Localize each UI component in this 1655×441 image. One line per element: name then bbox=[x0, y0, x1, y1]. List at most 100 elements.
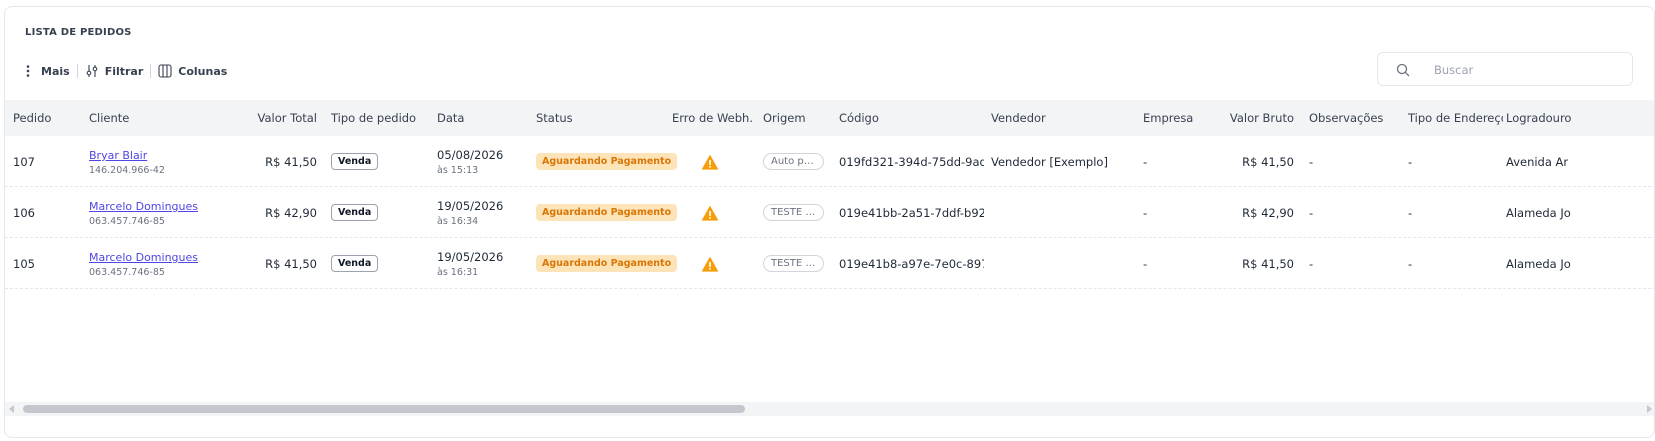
column-header-data[interactable]: Data bbox=[437, 100, 497, 136]
filter-button[interactable]: Filtrar bbox=[85, 64, 144, 78]
order-type-cell: Venda bbox=[331, 204, 379, 221]
scroll-left-icon[interactable] bbox=[9, 405, 14, 413]
origin-cell: Auto pe... bbox=[763, 153, 824, 173]
column-header-codigo[interactable]: Código bbox=[839, 100, 939, 136]
address-type: - bbox=[1408, 206, 1413, 220]
filter-label: Filtrar bbox=[104, 64, 144, 78]
column-header-empresa[interactable]: Empresa bbox=[1143, 100, 1223, 136]
search-input[interactable] bbox=[1434, 61, 1624, 79]
webhook-error-cell bbox=[702, 155, 718, 170]
order-number: 107 bbox=[13, 155, 35, 169]
order-code: 019fd321-394d-75dd-9ad... bbox=[839, 155, 984, 169]
observations: - bbox=[1309, 257, 1314, 271]
status-cell: Aguardando Pagamento bbox=[536, 204, 678, 221]
order-code: 019e41b8-a97e-7e0c-897... bbox=[839, 257, 984, 271]
origin-cell: TESTE S... bbox=[763, 255, 824, 275]
column-header-valor-total[interactable]: Valor Total bbox=[240, 100, 318, 136]
column-header-vendedor[interactable]: Vendedor bbox=[991, 100, 1091, 136]
gross-value: R$ 42,90 bbox=[1242, 206, 1294, 220]
customer-link[interactable]: Marcelo Domingues bbox=[89, 251, 198, 264]
column-header-cliente[interactable]: Cliente bbox=[89, 100, 209, 136]
warning-icon[interactable] bbox=[702, 206, 718, 221]
column-header-logradouro[interactable]: Logradouro bbox=[1506, 100, 1654, 136]
order-time: às 16:31 bbox=[437, 267, 479, 278]
more-label: Mais bbox=[41, 64, 70, 78]
orders-panel: LISTA DE PEDIDOS Mais Filtrar Colunas Pe… bbox=[4, 6, 1655, 438]
order-number: 106 bbox=[13, 206, 35, 220]
address-type: - bbox=[1408, 155, 1413, 169]
column-header-observacoes[interactable]: Observações bbox=[1309, 100, 1399, 136]
column-header-tipo-endereco[interactable]: Tipo de Endereço bbox=[1408, 100, 1503, 136]
more-button[interactable]: Mais bbox=[21, 64, 70, 78]
order-time: às 16:34 bbox=[437, 216, 479, 227]
origin-chip: TESTE S... bbox=[763, 255, 824, 272]
columns-icon bbox=[158, 64, 172, 78]
order-date: 19/05/2026 bbox=[437, 250, 504, 264]
column-header-erro-webhook[interactable]: Erro de Webh... bbox=[672, 100, 754, 136]
column-header-tipo-pedido[interactable]: Tipo de pedido bbox=[331, 100, 426, 136]
street: Alameda Jo bbox=[1506, 206, 1571, 220]
customer-cell: Bryar Blair 146.204.966-42 bbox=[89, 148, 165, 176]
gross-value: R$ 41,50 bbox=[1242, 155, 1294, 169]
customer-link[interactable]: Bryar Blair bbox=[89, 149, 147, 162]
order-type-tag: Venda bbox=[331, 204, 379, 221]
total-value: R$ 41,50 bbox=[265, 155, 317, 169]
company: - bbox=[1143, 206, 1148, 220]
toolbar-divider bbox=[150, 64, 152, 78]
table-row[interactable]: 105 Marcelo Domingues 063.457.746-85 R$ … bbox=[5, 238, 1654, 289]
scroll-right-icon[interactable] bbox=[1647, 405, 1652, 413]
webhook-error-cell bbox=[702, 257, 718, 272]
customer-cell: Marcelo Domingues 063.457.746-85 bbox=[89, 199, 198, 227]
status-badge: Aguardando Pagamento bbox=[536, 255, 678, 272]
scrollbar-thumb[interactable] bbox=[23, 405, 745, 413]
company: - bbox=[1143, 155, 1148, 169]
status-cell: Aguardando Pagamento bbox=[536, 153, 678, 170]
filter-sliders-icon bbox=[86, 65, 98, 77]
column-header-pedido[interactable]: Pedido bbox=[13, 100, 73, 136]
columns-label: Colunas bbox=[178, 64, 228, 78]
toolbar-divider bbox=[76, 64, 78, 78]
order-code: 019e41bb-2a51-7ddf-b92... bbox=[839, 206, 984, 220]
order-type-tag: Venda bbox=[331, 255, 379, 272]
date-cell: 19/05/2026 às 16:34 bbox=[437, 199, 503, 227]
seller: Vendedor [Exemplo] bbox=[991, 155, 1108, 169]
street: Alameda Jo bbox=[1506, 257, 1571, 271]
table-header: Pedido Cliente Valor Total Tipo de pedid… bbox=[5, 100, 1654, 136]
customer-document: 146.204.966-42 bbox=[89, 165, 165, 176]
columns-button[interactable]: Colunas bbox=[158, 64, 227, 78]
address-type: - bbox=[1408, 257, 1413, 271]
customer-document: 063.457.746-85 bbox=[89, 267, 165, 278]
total-value: R$ 42,90 bbox=[265, 206, 317, 220]
column-header-origem[interactable]: Origem bbox=[763, 100, 823, 136]
search-icon bbox=[1396, 63, 1410, 77]
column-header-status[interactable]: Status bbox=[536, 100, 636, 136]
column-header-valor-bruto[interactable]: Valor Bruto bbox=[1215, 100, 1294, 136]
warning-icon[interactable] bbox=[702, 257, 718, 272]
page-title: LISTA DE PEDIDOS bbox=[25, 27, 132, 38]
customer-cell: Marcelo Domingues 063.457.746-85 bbox=[89, 250, 198, 278]
origin-chip: TESTE S... bbox=[763, 204, 824, 221]
date-cell: 19/05/2026 às 16:31 bbox=[437, 250, 503, 278]
table-row[interactable]: 106 Marcelo Domingues 063.457.746-85 R$ … bbox=[5, 187, 1654, 238]
customer-document: 063.457.746-85 bbox=[89, 216, 165, 227]
observations: - bbox=[1309, 155, 1314, 169]
horizontal-scrollbar[interactable] bbox=[5, 402, 1654, 416]
table-row[interactable]: 107 Bryar Blair 146.204.966-42 R$ 41,50 … bbox=[5, 136, 1654, 187]
origin-cell: TESTE S... bbox=[763, 204, 824, 224]
order-date: 19/05/2026 bbox=[437, 199, 504, 213]
origin-chip: Auto pe... bbox=[763, 153, 824, 170]
status-cell: Aguardando Pagamento bbox=[536, 255, 678, 272]
gross-value: R$ 41,50 bbox=[1242, 257, 1294, 271]
webhook-error-cell bbox=[702, 206, 718, 221]
warning-icon[interactable] bbox=[702, 155, 718, 170]
more-vertical-icon bbox=[26, 65, 30, 77]
order-date: 05/08/2026 bbox=[437, 148, 504, 162]
observations: - bbox=[1309, 206, 1314, 220]
total-value: R$ 41,50 bbox=[265, 257, 317, 271]
customer-link[interactable]: Marcelo Domingues bbox=[89, 200, 198, 213]
status-badge: Aguardando Pagamento bbox=[536, 204, 678, 221]
order-time: às 15:13 bbox=[437, 165, 479, 176]
status-badge: Aguardando Pagamento bbox=[536, 153, 678, 170]
order-type-cell: Venda bbox=[331, 153, 379, 170]
street: Avenida Ar bbox=[1506, 155, 1569, 169]
